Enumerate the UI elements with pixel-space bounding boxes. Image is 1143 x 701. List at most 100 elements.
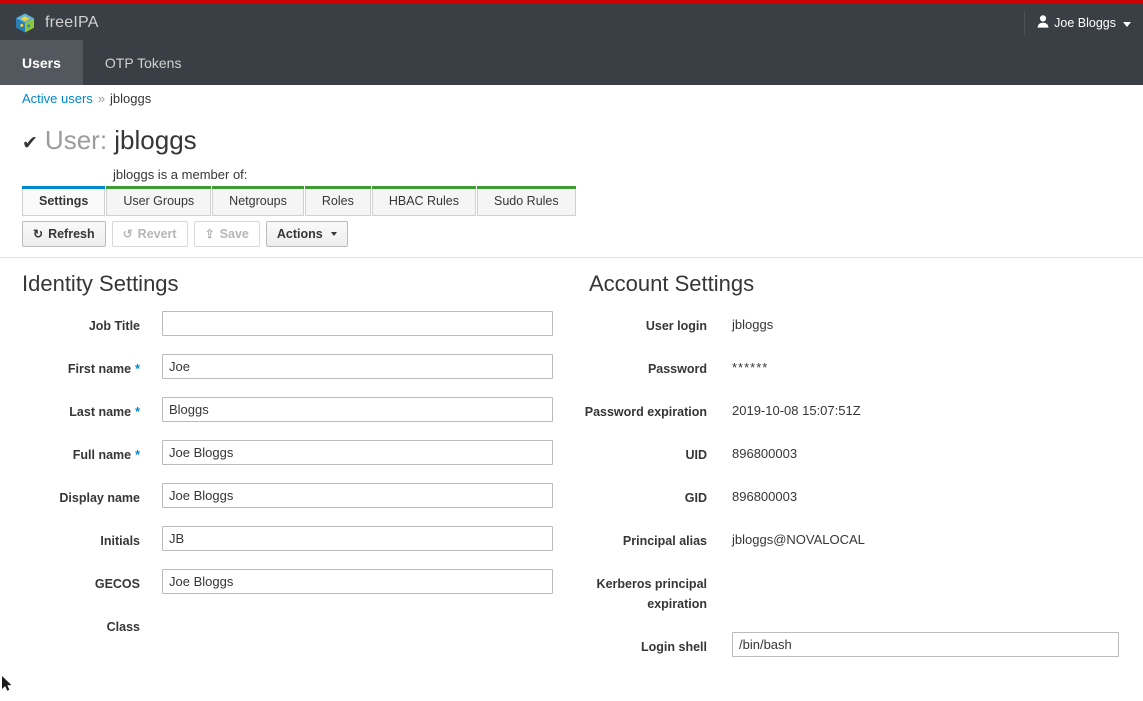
facet-tab-netgroups-label: Netgroups: [229, 193, 287, 208]
actions-button[interactable]: Actions: [265, 221, 348, 247]
mouse-cursor: [2, 676, 14, 699]
field-class-label: Class: [0, 612, 140, 637]
member-of-label: jbloggs is a member of:: [113, 167, 248, 182]
facet-tab-roles-label: Roles: [321, 193, 354, 208]
user-login-value: jbloggs: [732, 317, 774, 332]
cube-icon: [14, 12, 36, 34]
field-principal-alias-label: Principal alias: [622, 534, 707, 548]
facet-tab-roles[interactable]: Roles: [304, 186, 371, 216]
label-text: GECOS: [94, 577, 140, 591]
initials-input[interactable]: [162, 526, 553, 551]
field-job-title-label: Job Title: [0, 311, 140, 336]
masthead-divider: [1024, 11, 1025, 35]
login-shell-input[interactable]: [732, 632, 1119, 657]
revert-button[interactable]: ↺ Revert: [111, 221, 188, 247]
chevron-down-icon: [330, 232, 337, 236]
page-title-prefix: User:: [44, 125, 108, 155]
field-last-name-label: Last name *: [0, 397, 140, 422]
user-icon: [1037, 15, 1049, 31]
field-job-title: Job Title: [0, 311, 572, 336]
upload-icon: ⇪: [204, 227, 215, 241]
field-full-name: Full name *: [0, 440, 572, 465]
field-initials: Initials: [0, 526, 572, 551]
full-name-input[interactable]: [162, 440, 553, 465]
last-name-input[interactable]: [162, 397, 553, 422]
field-gecos-label: GECOS: [0, 569, 140, 594]
label-text: Last name: [69, 405, 132, 419]
user-menu-label: Joe Bloggs: [1054, 16, 1116, 30]
facet-tabs: Settings User Groups Netgroups Roles HBA…: [22, 186, 577, 216]
field-uid-label: UID: [685, 448, 707, 462]
label-text: Job Title: [88, 319, 140, 333]
field-login-shell: Login shell: [572, 632, 1143, 657]
facet-toolbar: ↻ Refresh ↺ Revert ⇪ Save Actions: [22, 221, 348, 247]
password-value: ******: [732, 360, 769, 375]
nav-tab-otp-tokens-label: OTP Tokens: [104, 54, 182, 71]
field-user-login-label: User login: [645, 319, 707, 333]
field-gid: GID 896800003: [572, 483, 1143, 508]
field-login-shell-label: Login shell: [641, 640, 707, 654]
revert-button-label: Revert: [137, 227, 177, 241]
facet-tab-sudo-rules-label: Sudo Rules: [494, 193, 559, 208]
gecos-input[interactable]: [162, 569, 553, 594]
label-text: Initials: [100, 534, 140, 548]
class-value: [162, 612, 572, 632]
check-icon: ✔: [22, 133, 38, 154]
label-text: Display name: [59, 491, 140, 505]
kerberos-principal-expiration-value: [732, 569, 1143, 589]
field-initials-label: Initials: [0, 526, 140, 551]
field-gid-label: GID: [684, 491, 707, 505]
field-password: Password ******: [572, 354, 1143, 379]
masthead: freeIPA Joe Bloggs: [0, 3, 1143, 40]
uid-value: 896800003: [732, 446, 798, 461]
save-button[interactable]: ⇪ Save: [193, 221, 260, 247]
page-title: ✔ User: jbloggs: [22, 125, 197, 156]
refresh-button-label: Refresh: [48, 227, 95, 241]
field-kerberos-principal-expiration-label: Kerberos principal expiration: [596, 577, 707, 611]
save-button-label: Save: [219, 227, 249, 241]
field-display-name-label: Display name: [0, 483, 140, 508]
undo-icon: ↺: [122, 227, 133, 241]
field-gecos: GECOS: [0, 569, 572, 594]
facet-tab-hbac-rules-label: HBAC Rules: [388, 193, 459, 208]
label-text: First name: [67, 362, 132, 376]
facet-tab-netgroups[interactable]: Netgroups: [212, 186, 304, 216]
gid-value: 896800003: [732, 489, 798, 504]
field-display-name: Display name: [0, 483, 572, 508]
password-expiration-value: 2019-10-08 15:07:51Z: [732, 403, 861, 418]
primary-nav: Users OTP Tokens: [0, 40, 1143, 85]
first-name-input[interactable]: [162, 354, 553, 379]
facet-tab-hbac-rules[interactable]: HBAC Rules: [371, 186, 477, 216]
display-name-input[interactable]: [162, 483, 553, 508]
field-password-expiration: Password expiration 2019-10-08 15:07:51Z: [572, 397, 1143, 422]
facet-tab-user-groups[interactable]: User Groups: [106, 186, 212, 216]
user-menu[interactable]: Joe Bloggs: [1037, 13, 1131, 33]
breadcrumb-separator: »: [97, 91, 106, 106]
label-text: Full name: [72, 448, 132, 462]
nav-tab-users-label: Users: [22, 54, 61, 71]
refresh-icon: ↻: [33, 227, 44, 241]
nav-tab-users[interactable]: Users: [0, 40, 83, 85]
job-title-input[interactable]: [162, 311, 553, 336]
field-password-expiration-label: Password expiration: [584, 405, 707, 419]
refresh-button[interactable]: ↻ Refresh: [22, 221, 106, 247]
nav-tab-otp-tokens[interactable]: OTP Tokens: [83, 40, 204, 85]
facet-tab-user-groups-label: User Groups: [123, 193, 195, 208]
account-settings-title: Account Settings: [589, 271, 755, 296]
account-settings-section: Account Settings User login jbloggs Pass…: [572, 271, 1143, 675]
brand-label: freeIPA: [45, 14, 99, 31]
principal-alias-value: jbloggs@NOVALOCAL: [732, 532, 865, 547]
actions-button-label: Actions: [276, 227, 323, 241]
breadcrumb-current: jbloggs: [110, 91, 152, 106]
facet-tab-settings[interactable]: Settings: [22, 186, 106, 216]
brand[interactable]: freeIPA: [14, 11, 99, 35]
chevron-down-icon: [1123, 21, 1131, 27]
field-kerberos-principal-expiration: Kerberos principal expiration: [572, 569, 1143, 614]
field-last-name: Last name *: [0, 397, 572, 422]
label-text: Class: [106, 620, 140, 634]
breadcrumb-link-active-users[interactable]: Active users: [22, 91, 93, 106]
field-first-name-label: First name *: [0, 354, 140, 379]
facet-tab-sudo-rules[interactable]: Sudo Rules: [477, 186, 576, 216]
field-password-label: Password: [647, 362, 707, 376]
field-principal-alias: Principal alias jbloggs@NOVALOCAL: [572, 526, 1143, 551]
